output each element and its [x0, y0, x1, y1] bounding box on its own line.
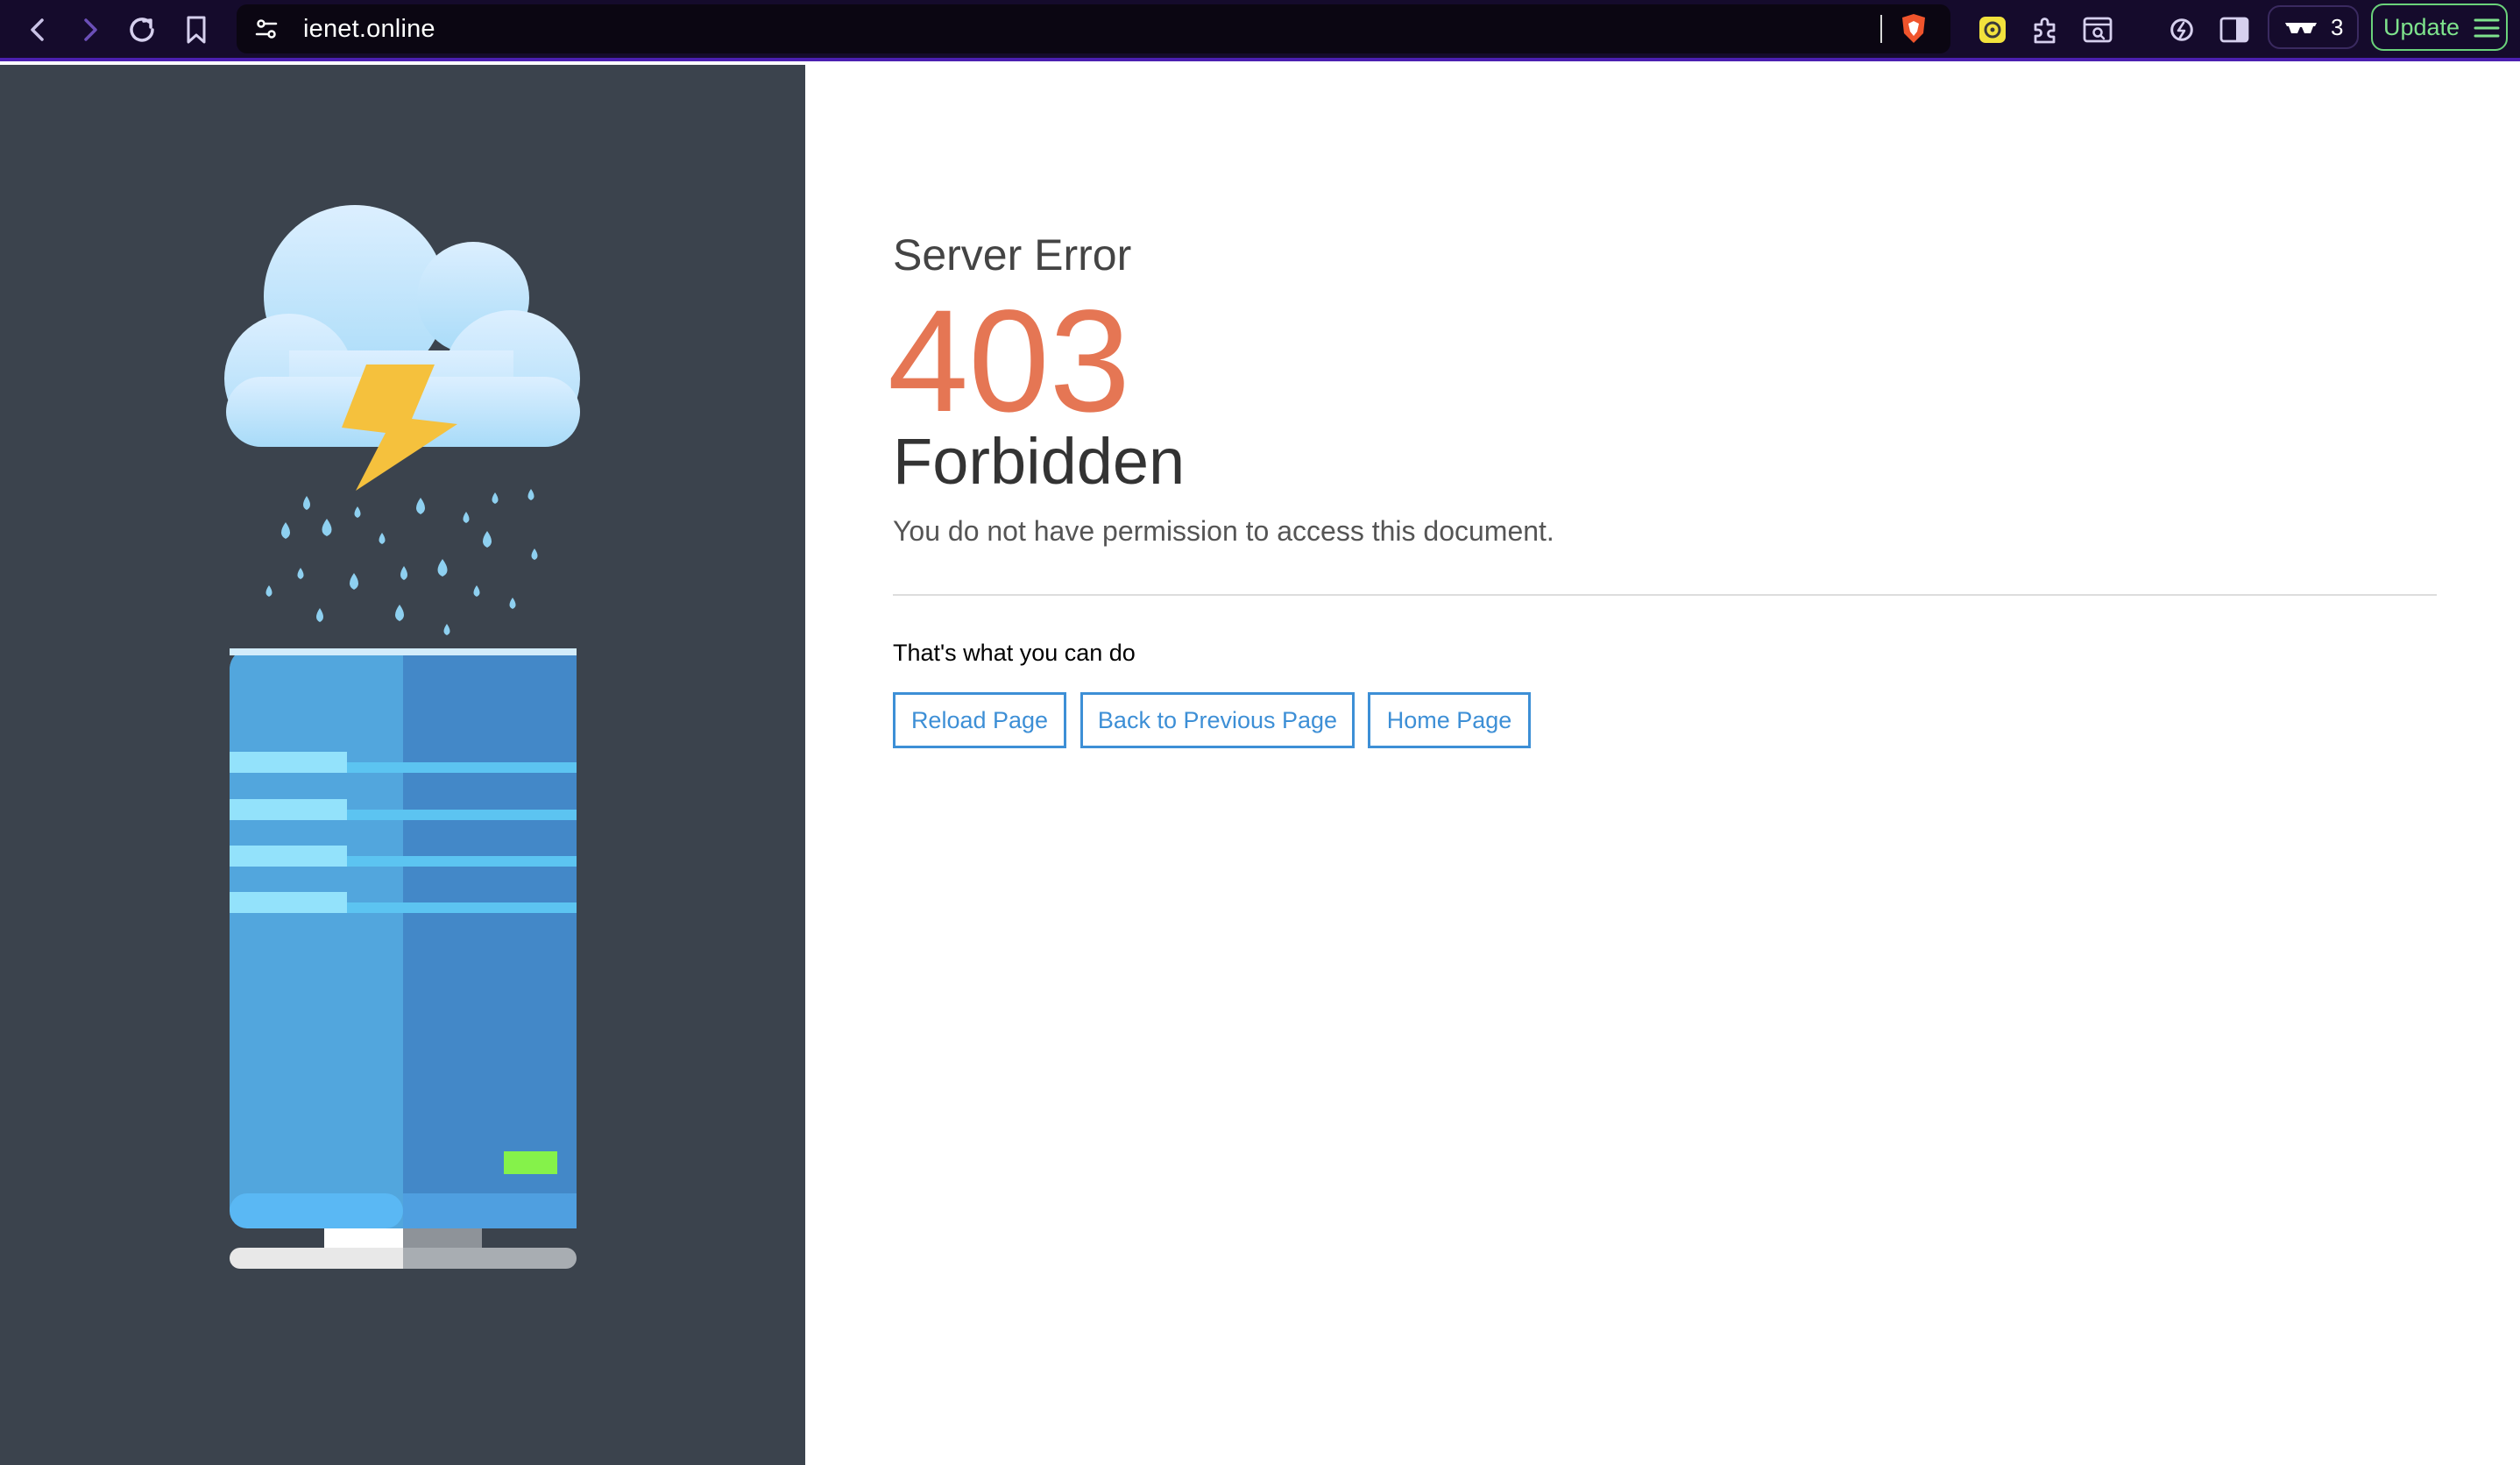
- error-description: You do not have permission to access thi…: [893, 515, 1554, 547]
- address-bar[interactable]: ienet.online: [237, 4, 1950, 53]
- url-text[interactable]: ienet.online: [303, 4, 435, 53]
- address-bar-divider: [1880, 15, 1882, 43]
- server-tower-icon: [230, 648, 577, 1269]
- back-to-previous-page-button[interactable]: Back to Previous Page: [1080, 692, 1355, 748]
- update-label: Update: [2383, 14, 2460, 40]
- server-storm-illustration: [224, 205, 580, 1269]
- illustration-panel: [0, 65, 805, 1465]
- vpn-glasses-icon: [2280, 7, 2322, 49]
- error-subtitle: Server Error: [893, 230, 1132, 280]
- extensions-puzzle-icon[interactable]: [2024, 9, 2066, 51]
- site-settings-icon[interactable]: [245, 8, 287, 50]
- reload-icon[interactable]: [121, 9, 163, 51]
- forward-icon[interactable]: [68, 9, 110, 51]
- reload-page-button[interactable]: Reload Page: [893, 692, 1066, 748]
- brave-shield-icon[interactable]: [1893, 8, 1935, 50]
- power-led: [504, 1151, 557, 1174]
- bookmark-icon[interactable]: [175, 9, 217, 51]
- actions-hint: That's what you can do: [893, 640, 1136, 666]
- rain-drops: [265, 489, 538, 635]
- update-button[interactable]: Update: [2371, 4, 2508, 51]
- back-icon[interactable]: [18, 9, 60, 51]
- vpn-button[interactable]: 3: [2268, 5, 2359, 49]
- vpn-count: 3: [2331, 14, 2344, 40]
- sidebar-icon[interactable]: [2213, 9, 2255, 51]
- error-code: 403: [888, 280, 1130, 442]
- home-page-button[interactable]: Home Page: [1368, 692, 1531, 748]
- error-title: Forbidden: [893, 425, 1186, 498]
- extension-yellow-icon[interactable]: [1971, 9, 2014, 51]
- menu-icon[interactable]: [2466, 7, 2508, 49]
- browser-toolbar: ienet.online 3 Update: [0, 0, 2520, 61]
- leo-icon[interactable]: [2161, 9, 2203, 51]
- reader-mode-icon[interactable]: [2077, 9, 2119, 51]
- divider: [893, 594, 2437, 596]
